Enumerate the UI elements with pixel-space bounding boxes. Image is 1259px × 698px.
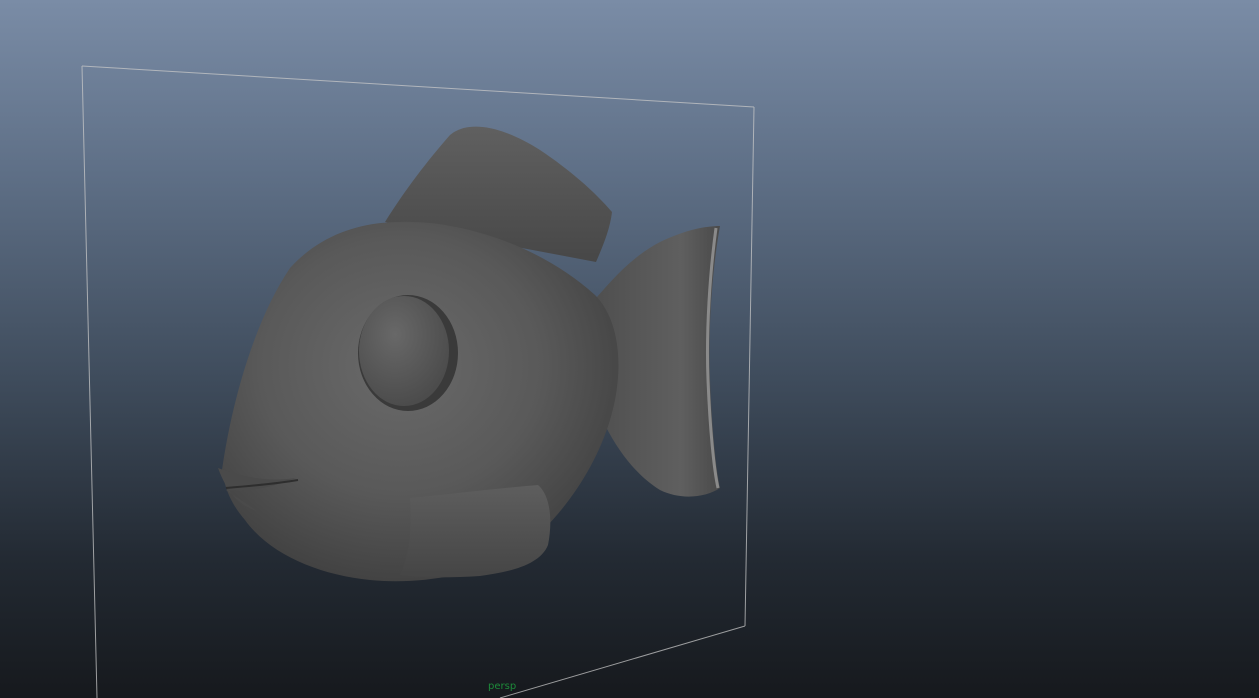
pectoral-fin <box>400 485 551 578</box>
scene-canvas[interactable] <box>0 0 1259 698</box>
fish-eye <box>359 296 449 406</box>
3d-viewport[interactable]: persp <box>0 0 1259 698</box>
fish-model[interactable] <box>218 126 720 582</box>
camera-name-label: persp <box>488 681 517 692</box>
